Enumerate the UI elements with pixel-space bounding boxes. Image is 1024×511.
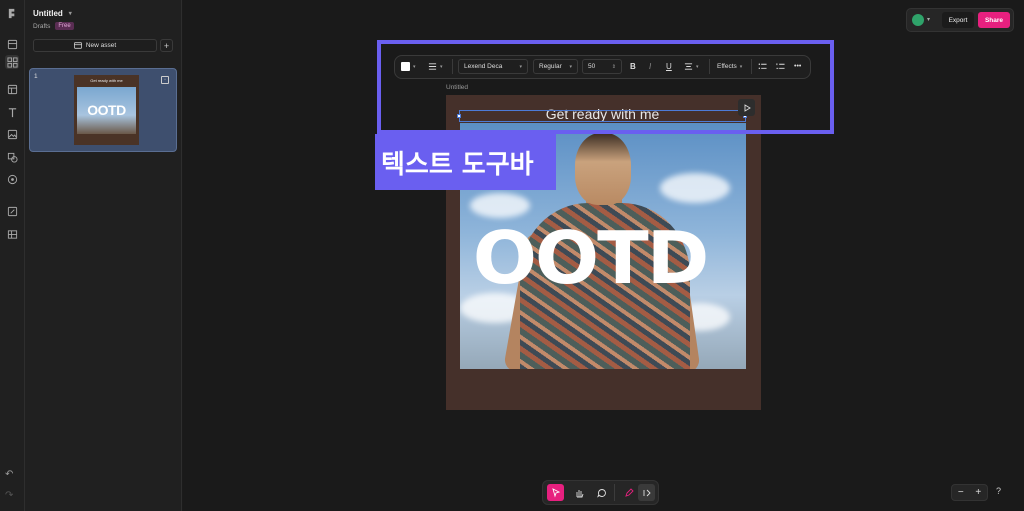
hand-tool-button[interactable]: [570, 484, 587, 501]
zoom-controls: − +: [951, 484, 988, 501]
cursor-icon: [551, 487, 560, 498]
app-root: ↶ ↷ Untitled ▾ Drafts Free New asset + 1…: [0, 0, 1024, 511]
pen-icon: [624, 487, 634, 497]
asset-icon: [73, 42, 82, 49]
new-asset-button[interactable]: New asset: [33, 39, 157, 52]
layers-icon[interactable]: [5, 37, 19, 51]
cloud-shape: [470, 193, 530, 218]
chevron-down-icon[interactable]: ▾: [927, 16, 930, 23]
undo-icon[interactable]: ↶: [5, 469, 13, 480]
left-rail: ↶ ↷: [0, 0, 25, 511]
chevron-down-icon: ▾: [68, 11, 72, 17]
plan-badge: Free: [55, 22, 74, 30]
draw-icon[interactable]: [5, 204, 19, 218]
text-tool-icon[interactable]: [5, 105, 19, 119]
shapes-icon[interactable]: [5, 150, 19, 164]
share-button[interactable]: Share: [978, 12, 1010, 28]
page-options-icon[interactable]: ▫: [161, 76, 169, 84]
redo-icon[interactable]: ↷: [5, 490, 13, 501]
table-icon[interactable]: [5, 227, 19, 241]
thumbnail-big-text: OOTD: [87, 102, 126, 118]
drafts-label: Drafts: [33, 22, 51, 30]
document-title[interactable]: Untitled ▾: [33, 9, 72, 18]
logo-icon[interactable]: [5, 6, 19, 20]
select-tool-button[interactable]: [547, 484, 564, 501]
zoom-out-button[interactable]: −: [958, 487, 964, 498]
pages-grid-icon[interactable]: [5, 55, 19, 69]
divider: [614, 484, 615, 501]
zoom-in-button[interactable]: +: [975, 487, 981, 498]
pages-panel: Untitled ▾ Drafts Free New asset + 1 Get…: [25, 0, 182, 511]
thumbnail-headline: Get ready with me: [90, 78, 123, 83]
figure-head: [575, 133, 631, 205]
media-icon[interactable]: [5, 172, 19, 186]
comment-tool-button[interactable]: [593, 484, 610, 501]
user-avatar[interactable]: [912, 14, 924, 26]
annotation-label: 텍스트 도구바: [375, 134, 556, 190]
add-page-button[interactable]: +: [160, 39, 173, 52]
image-icon[interactable]: [5, 127, 19, 141]
comment-icon: [596, 488, 606, 498]
ootd-text[interactable]: OOTD: [433, 216, 748, 300]
page-thumbnail: Get ready with me OOTD: [74, 75, 139, 145]
new-asset-label: New asset: [85, 42, 117, 49]
hand-icon: [576, 489, 583, 497]
help-button[interactable]: ?: [996, 486, 1001, 496]
export-button[interactable]: Export: [942, 12, 974, 28]
document-location: Drafts Free: [33, 22, 74, 30]
page-number: 1: [34, 73, 38, 80]
pen-tool-button[interactable]: [620, 484, 637, 501]
template-icon[interactable]: [5, 82, 19, 96]
page-thumbnail-card[interactable]: 1 Get ready with me OOTD ▫: [29, 68, 177, 152]
document-title-text: Untitled: [33, 9, 63, 18]
code-tool-button[interactable]: [638, 484, 655, 501]
code-icon: [643, 489, 651, 496]
toolbar-highlight-box: [377, 40, 834, 134]
cloud-shape: [660, 173, 730, 203]
